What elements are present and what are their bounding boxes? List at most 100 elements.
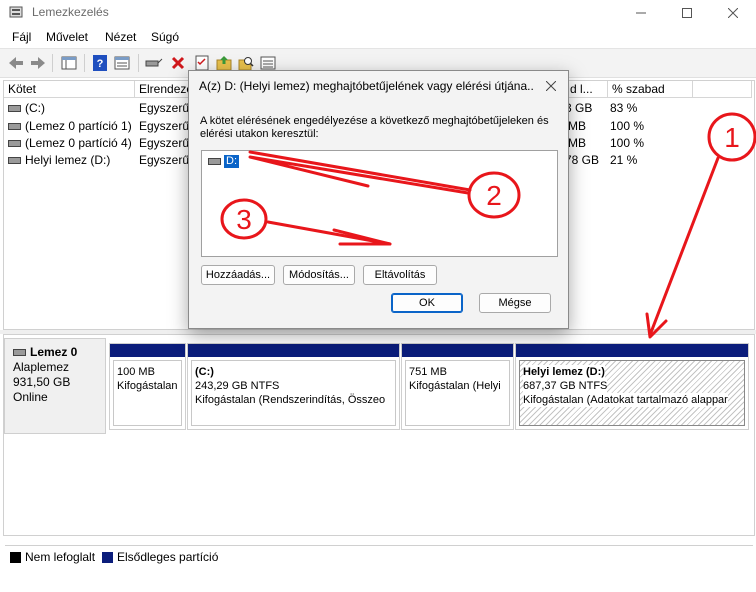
partition-state: Kifogástalan (Rendszerindítás, Összeo: [195, 394, 386, 406]
dialog-title: A(z) D: (Helyi lemez) meghajtóbetűjeléne…: [199, 79, 534, 93]
volume-free: MB: [568, 136, 586, 150]
volume-name: (Lemez 0 partíció 4): [25, 136, 132, 150]
disk-icon: [13, 349, 26, 357]
folder-up-icon: [216, 56, 232, 71]
menu-bar: Fájl Művelet Nézet Súgó: [0, 26, 756, 48]
partition-block-selected[interactable]: Helyi lemez (D:) 687,37 GB NTFS Kifogást…: [515, 343, 749, 430]
close-icon: [546, 81, 556, 91]
menu-file[interactable]: Fájl: [12, 30, 31, 44]
partition-block[interactable]: (C:) 243,29 GB NTFS Kifogástalan (Rendsz…: [187, 343, 400, 430]
column-header-free[interactable]: d l...: [565, 81, 608, 98]
unallocated-swatch: [10, 552, 21, 563]
partition-title: Helyi lemez (D:): [523, 365, 605, 379]
column-header-volume[interactable]: Kötet: [4, 81, 135, 98]
change-button[interactable]: Módosítás...: [283, 265, 355, 285]
volume-percent-free: 83 %: [610, 101, 638, 115]
help-button[interactable]: ?: [90, 53, 110, 73]
volume-percent-free: 21 %: [610, 153, 638, 167]
forward-arrow-icon: [31, 57, 45, 69]
column-header-layout[interactable]: Elrendezé: [135, 81, 190, 98]
partition-state: Kifogástalan: [117, 380, 178, 392]
volume-free: 3 GB: [565, 101, 593, 115]
menu-action[interactable]: Művelet: [46, 30, 88, 44]
volume-icon: [8, 123, 21, 131]
disk-status: Online: [13, 390, 48, 404]
partition-size: 687,37 GB NTFS: [523, 379, 608, 393]
partition-size: 751 MB: [409, 366, 447, 378]
connect-icon: [145, 58, 163, 67]
delete-button[interactable]: [168, 53, 188, 73]
column-header-empty: [693, 81, 752, 98]
volume-icon: [8, 140, 21, 148]
volume-layout: Egyszerű: [139, 136, 189, 150]
delete-icon: [171, 56, 185, 70]
partition-title: (C:): [195, 366, 214, 378]
drive-letter-list[interactable]: D:: [201, 150, 558, 257]
primary-partition-bar: [516, 344, 748, 357]
partition-size: 100 MB: [117, 366, 155, 378]
volume-layout: Egyszerű: [139, 119, 189, 133]
back-arrow-icon: [9, 57, 23, 69]
volume-free: MB: [568, 119, 586, 133]
primary-partition-bar: [110, 344, 185, 357]
volume-free: 78 GB: [565, 153, 600, 167]
add-button[interactable]: Hozzáadás...: [201, 265, 275, 285]
properties-icon: [114, 56, 130, 70]
remove-button[interactable]: Eltávolítás: [363, 265, 437, 285]
partition-block[interactable]: 100 MB Kifogástalan: [109, 343, 186, 430]
volume-layout: Egyszerű: [139, 101, 189, 115]
partition-block[interactable]: 751 MB Kifogástalan (Helyi: [401, 343, 514, 430]
partition-state: Kifogástalan (Adatokat tartalmazó alappa…: [523, 393, 728, 407]
primary-partition-bar: [188, 344, 399, 357]
volume-icon: [8, 157, 21, 165]
volume-percent-free: 100 %: [610, 119, 645, 133]
list-item[interactable]: D:: [208, 154, 239, 168]
primary-partition-swatch: [102, 552, 113, 563]
disk-size: 931,50 GB: [13, 375, 71, 389]
volume-icon: [8, 105, 21, 113]
cancel-button[interactable]: Mégse: [479, 293, 551, 313]
dialog-close-button[interactable]: [542, 77, 560, 95]
disk-type: Alaplemez: [13, 360, 70, 374]
primary-partition-bar: [402, 344, 513, 357]
partition-size: 243,29 GB NTFS: [195, 380, 280, 392]
volume-name: (Lemez 0 partíció 1): [25, 119, 132, 133]
menu-view[interactable]: Nézet: [105, 30, 136, 44]
drive-icon: [208, 157, 221, 165]
dialog-description: A kötet elérésének engedélyezése a követ…: [200, 115, 549, 140]
column-header-percent-free[interactable]: % szabad: [608, 81, 693, 98]
legend-unallocated: Nem lefoglalt: [25, 550, 96, 564]
minimize-button[interactable]: [618, 0, 664, 26]
disk-name: Lemez 0: [30, 345, 78, 359]
forward-button[interactable]: [28, 53, 48, 73]
volume-name: Helyi lemez (D:): [25, 153, 111, 167]
close-icon: [728, 8, 738, 18]
maximize-button[interactable]: [664, 0, 710, 26]
title-bar: Lemezkezelés: [0, 0, 756, 26]
partition-state: Kifogástalan (Helyi: [409, 380, 501, 392]
volume-percent-free: 100 %: [610, 136, 645, 150]
properties-button[interactable]: [112, 53, 132, 73]
back-button[interactable]: [6, 53, 26, 73]
ok-button[interactable]: OK: [391, 293, 463, 313]
menu-help[interactable]: Súgó: [151, 30, 179, 44]
help-icon: ?: [93, 55, 107, 71]
volume-name: (C:): [25, 101, 45, 115]
svg-text:?: ?: [97, 58, 104, 70]
search-folder-icon: [238, 57, 254, 71]
connect-button[interactable]: [144, 53, 164, 73]
close-button[interactable]: [710, 0, 756, 26]
legend: Nem lefoglalt Elsődleges partíció: [5, 545, 753, 568]
change-drive-letter-dialog: A(z) D: (Helyi lemez) meghajtóbetűjeléne…: [188, 70, 569, 329]
view-list-icon: [260, 56, 276, 70]
disk-label[interactable]: Lemez 0 Alaplemez 931,50 GB Online: [4, 338, 106, 434]
console-tree-button[interactable]: [59, 53, 79, 73]
disk-management-app-icon: [9, 6, 23, 18]
checklist-icon: [195, 55, 209, 71]
console-tree-icon: [61, 56, 77, 70]
volume-layout: Egyszerű: [139, 153, 189, 167]
drive-letter-label: D:: [224, 154, 239, 168]
window-title: Lemezkezelés: [32, 5, 109, 19]
minimize-icon: [636, 12, 646, 14]
maximize-icon: [682, 8, 692, 18]
